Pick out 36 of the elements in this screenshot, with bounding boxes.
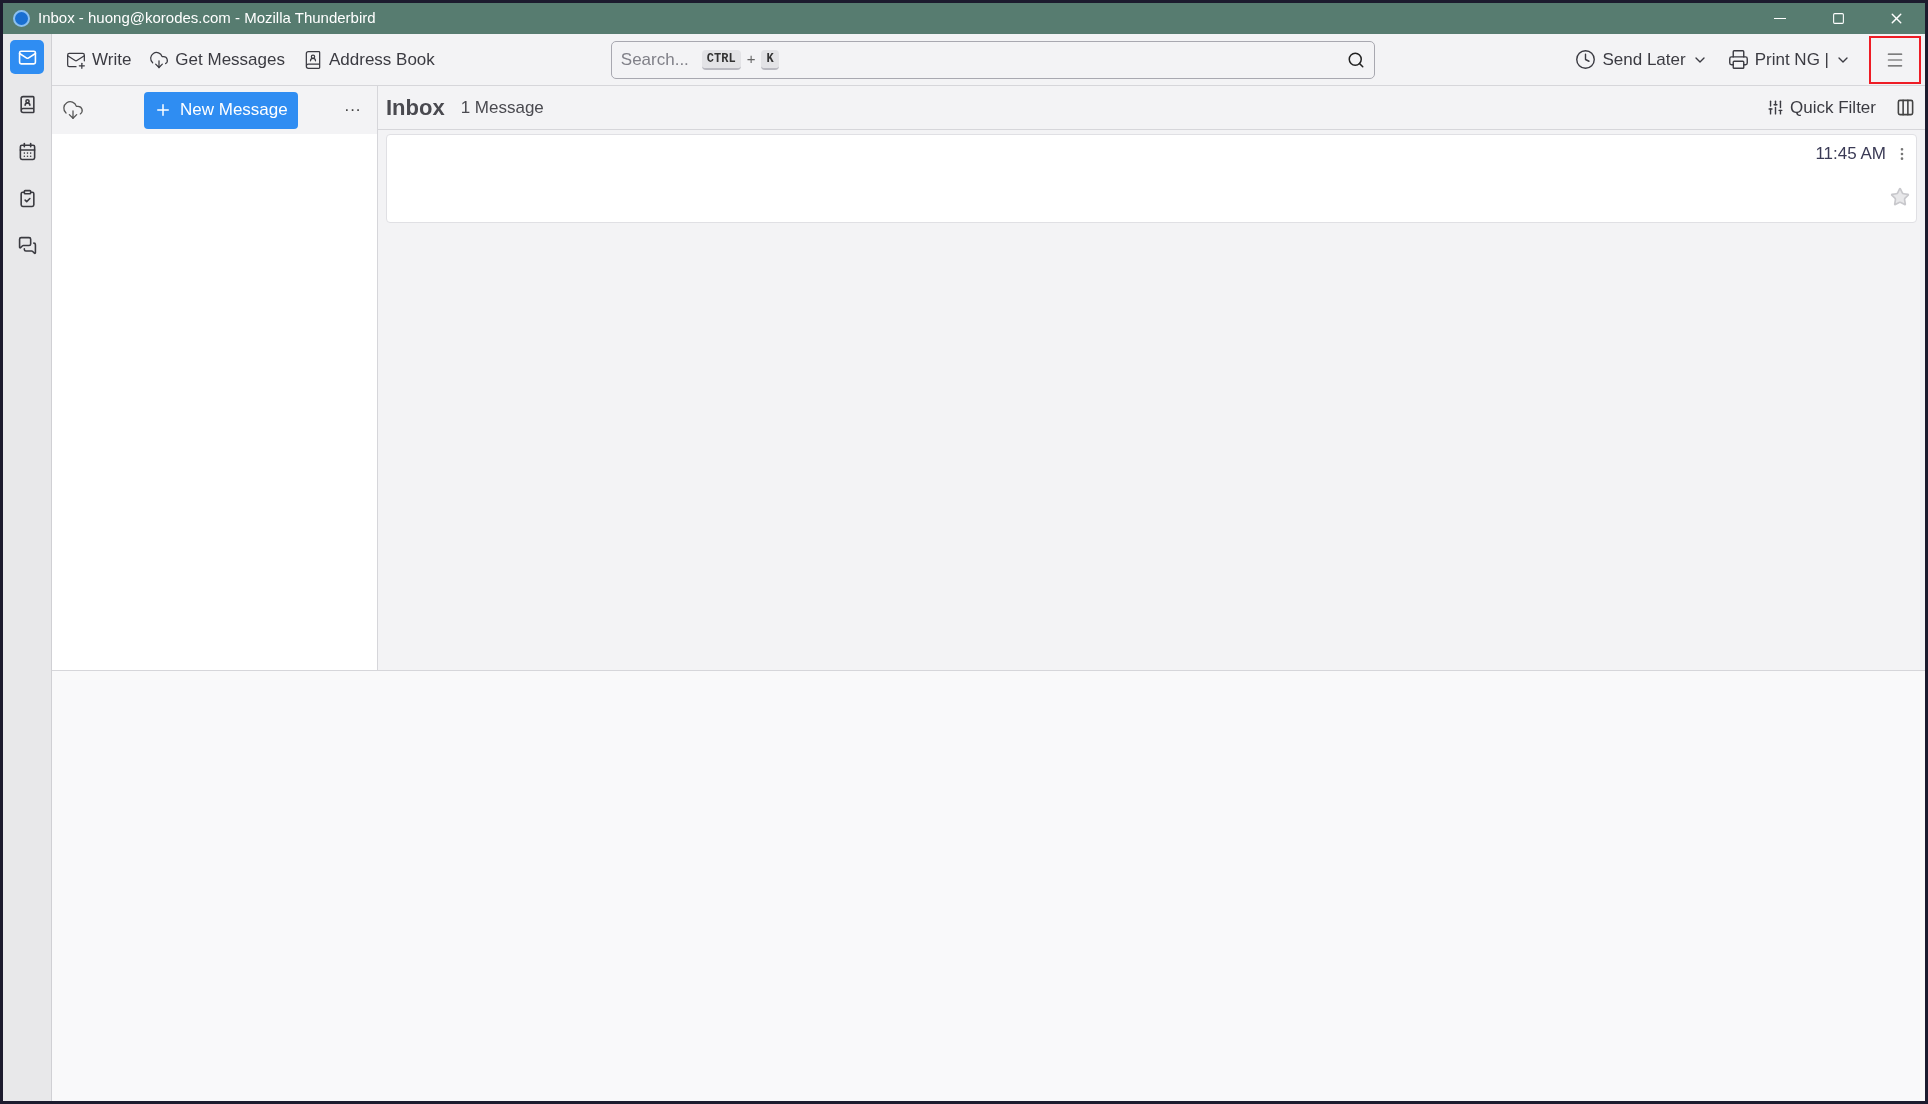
toolbar-button[interactable]: Write xyxy=(60,42,138,77)
folder-title: Inbox xyxy=(386,94,445,122)
maximize-icon xyxy=(1831,12,1845,25)
plus-sign: + xyxy=(746,49,756,70)
clipboard-check-icon xyxy=(17,188,37,208)
app-logo-icon xyxy=(13,10,30,27)
minimize-icon xyxy=(1774,17,1786,20)
plus-icon xyxy=(154,101,172,119)
toolbar-button[interactable]: Send Later xyxy=(1571,42,1712,77)
search-field[interactable]: Search... CTRL + K xyxy=(610,40,1375,79)
message-count: 1 Message xyxy=(460,96,544,119)
keyboard-key: CTRL xyxy=(701,49,741,70)
star-icon[interactable] xyxy=(1890,186,1910,207)
calendar-icon xyxy=(17,141,37,161)
chat-bubbles-icon xyxy=(17,235,37,255)
toolbar-button[interactable]: Address Book xyxy=(296,42,441,77)
window-title: Inbox - huong@korodes.com - Mozilla Thunderbird xyxy=(38,8,376,29)
sliders-icon xyxy=(1767,99,1785,116)
message-time: 11:45 AM xyxy=(1815,143,1886,165)
columns-icon xyxy=(1896,98,1915,117)
toolbar-button[interactable]: Print NG | xyxy=(1723,42,1855,77)
mail-icon xyxy=(17,47,37,67)
list-display-options-button[interactable] xyxy=(1896,98,1915,117)
contacts-icon xyxy=(17,94,37,114)
cloud-download-icon xyxy=(62,99,84,121)
toolbar-button[interactable]: Get Messages xyxy=(143,42,291,77)
search-placeholder: Search... xyxy=(620,48,689,71)
quick-filter-button[interactable]: Quick Filter xyxy=(1767,94,1876,121)
cloud-download-icon xyxy=(149,49,170,70)
clock-icon xyxy=(1575,49,1597,70)
keyboard-key: K xyxy=(761,49,779,70)
more-options-button[interactable]: ··· xyxy=(344,97,361,123)
search-icon xyxy=(1346,50,1365,69)
menu-button[interactable] xyxy=(1869,35,1921,84)
message-card[interactable]: 11:45 AM xyxy=(386,134,1917,223)
printer-icon xyxy=(1727,49,1749,70)
